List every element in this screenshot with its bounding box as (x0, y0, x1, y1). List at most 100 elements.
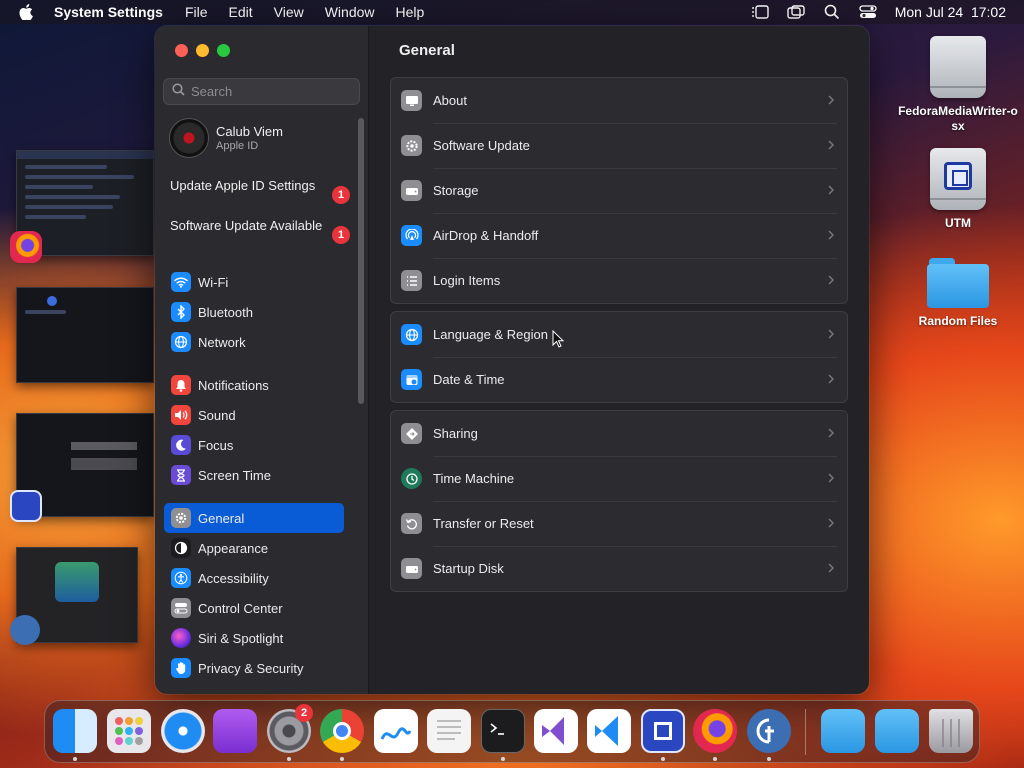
stage-manager-icon[interactable] (751, 4, 769, 20)
fedora-media-writer-icon[interactable] (747, 709, 791, 753)
sharing-icon (401, 423, 422, 444)
sidebar-item-siri-spotlight[interactable]: Siri & Spotlight (164, 624, 344, 652)
spotlight-search-icon[interactable] (823, 4, 841, 20)
search-field[interactable] (163, 78, 360, 105)
folder-icon[interactable] (821, 709, 865, 753)
close-button[interactable] (175, 44, 188, 57)
freeform-icon[interactable] (374, 709, 418, 753)
zoom-button[interactable] (217, 44, 230, 57)
textedit-icon[interactable] (427, 709, 471, 753)
fedora-icon (10, 615, 40, 645)
sidebar-item-bluetooth[interactable]: Bluetooth (164, 298, 344, 326)
display-icon (401, 90, 422, 111)
menu-view[interactable]: View (274, 4, 304, 20)
sidebar-scrollbar[interactable] (358, 118, 364, 404)
sidebar-item-screen-time[interactable]: Screen Time (164, 461, 344, 489)
running-indicator (73, 757, 77, 761)
folder-icon[interactable] (875, 709, 919, 753)
visual-studio-icon[interactable] (534, 709, 578, 753)
calendar-clock-icon (401, 369, 422, 390)
sidebar-item-wifi[interactable]: Wi-Fi (164, 268, 344, 296)
desktop-icon-random-files[interactable]: Random Files (898, 258, 1018, 329)
row-storage[interactable]: Storage (391, 168, 847, 213)
search-input[interactable] (191, 84, 351, 99)
vscode-icon[interactable] (587, 709, 631, 753)
window-controls (175, 44, 230, 57)
running-indicator (713, 757, 717, 761)
desktop-icon-label: Random Files (918, 314, 998, 328)
chevron-right-icon (828, 185, 835, 195)
chevron-right-icon (828, 428, 835, 438)
content-pane: General About Software Update Storage Ai… (369, 26, 869, 694)
row-label: Transfer or Reset (433, 516, 534, 531)
utm-icon (10, 490, 42, 522)
menu-window[interactable]: Window (325, 4, 375, 20)
apple-id-account[interactable]: Calub Viem Apple ID (169, 118, 283, 158)
apple-menu-icon[interactable] (16, 2, 36, 22)
row-airdrop-handoff[interactable]: AirDrop & Handoff (391, 213, 847, 258)
row-startup-disk[interactable]: Startup Disk (391, 546, 847, 591)
account-subtitle: Apple ID (216, 140, 259, 152)
chevron-right-icon (828, 140, 835, 150)
toggles-icon (171, 598, 191, 618)
row-label: Date & Time (433, 372, 505, 387)
folder-icon (927, 258, 989, 308)
sidebar-item-notifications[interactable]: Notifications (164, 371, 344, 399)
sidebar-item-focus[interactable]: Focus (164, 431, 344, 459)
menu-help[interactable]: Help (396, 4, 425, 20)
chevron-right-icon (828, 95, 835, 105)
safari-icon[interactable] (161, 709, 205, 753)
row-software-update[interactable]: Software Update (391, 123, 847, 168)
sidebar-item-network[interactable]: Network (164, 328, 344, 356)
chevron-right-icon (828, 329, 835, 339)
notice-label: Software Update Available (170, 218, 323, 233)
finder-icon[interactable] (53, 709, 97, 753)
system-settings-window: Calub Viem Apple ID Update Apple ID Sett… (155, 26, 869, 694)
menu-bar: System Settings File Edit View Window He… (0, 0, 1024, 24)
sidebar-item-label: Notifications (198, 377, 269, 393)
chevron-right-icon (828, 374, 835, 384)
menu-app-name[interactable]: System Settings (54, 4, 163, 20)
row-language-region[interactable]: Language & Region (391, 312, 847, 357)
sidebar-item-sound[interactable]: Sound (164, 401, 344, 429)
menu-edit[interactable]: Edit (229, 4, 253, 20)
row-label: Storage (433, 183, 479, 198)
chrome-icon[interactable] (320, 709, 364, 753)
appearance-icon (171, 538, 191, 558)
sidebar-item-general[interactable]: General (164, 503, 344, 533)
terminal-icon[interactable] (481, 709, 525, 753)
launchpad-icon[interactable] (107, 709, 151, 753)
dock-separator (805, 709, 806, 755)
menu-file[interactable]: File (185, 4, 208, 20)
row-time-machine[interactable]: Time Machine (391, 456, 847, 501)
row-date-time[interactable]: Date & Time (391, 357, 847, 402)
sidebar-item-control-center[interactable]: Control Center (164, 594, 344, 622)
trash-icon[interactable] (929, 709, 973, 753)
software-update-notice[interactable]: Software Update Available 1 (170, 218, 350, 244)
screen-mirroring-icon[interactable] (787, 4, 805, 20)
sidebar-item-accessibility[interactable]: Accessibility (164, 564, 344, 592)
settings-group-3: Sharing Time Machine Transfer or Reset S… (390, 410, 848, 592)
desktop-icon-utm[interactable]: UTM (898, 148, 1018, 231)
sidebar-item-label: Privacy & Security (198, 660, 304, 676)
desktop-icon-fedora-media-writer[interactable]: FedoraMediaWriter-osx (898, 36, 1018, 134)
sidebar-item-privacy-security[interactable]: Privacy & Security (164, 654, 344, 682)
row-about[interactable]: About (391, 78, 847, 123)
row-sharing[interactable]: Sharing (391, 411, 847, 456)
row-login-items[interactable]: Login Items (391, 258, 847, 303)
gear-icon (171, 508, 191, 528)
chevron-right-icon (828, 473, 835, 483)
stage-thumbnail-window-2[interactable] (16, 287, 154, 383)
utm-icon[interactable] (641, 709, 685, 753)
update-apple-id-notice[interactable]: Update Apple ID Settings 1 (170, 178, 350, 204)
minimize-button[interactable] (196, 44, 209, 57)
menu-clock[interactable]: Mon Jul 24 17:02 (895, 4, 1006, 20)
chevron-right-icon (828, 563, 835, 573)
row-label: Language & Region (433, 327, 548, 342)
podcasts-icon[interactable] (213, 709, 257, 753)
firefox-icon[interactable] (693, 709, 737, 753)
page-title: General (399, 42, 455, 59)
row-transfer-reset[interactable]: Transfer or Reset (391, 501, 847, 546)
control-center-icon[interactable] (859, 4, 877, 20)
sidebar-item-appearance[interactable]: Appearance (164, 534, 344, 562)
